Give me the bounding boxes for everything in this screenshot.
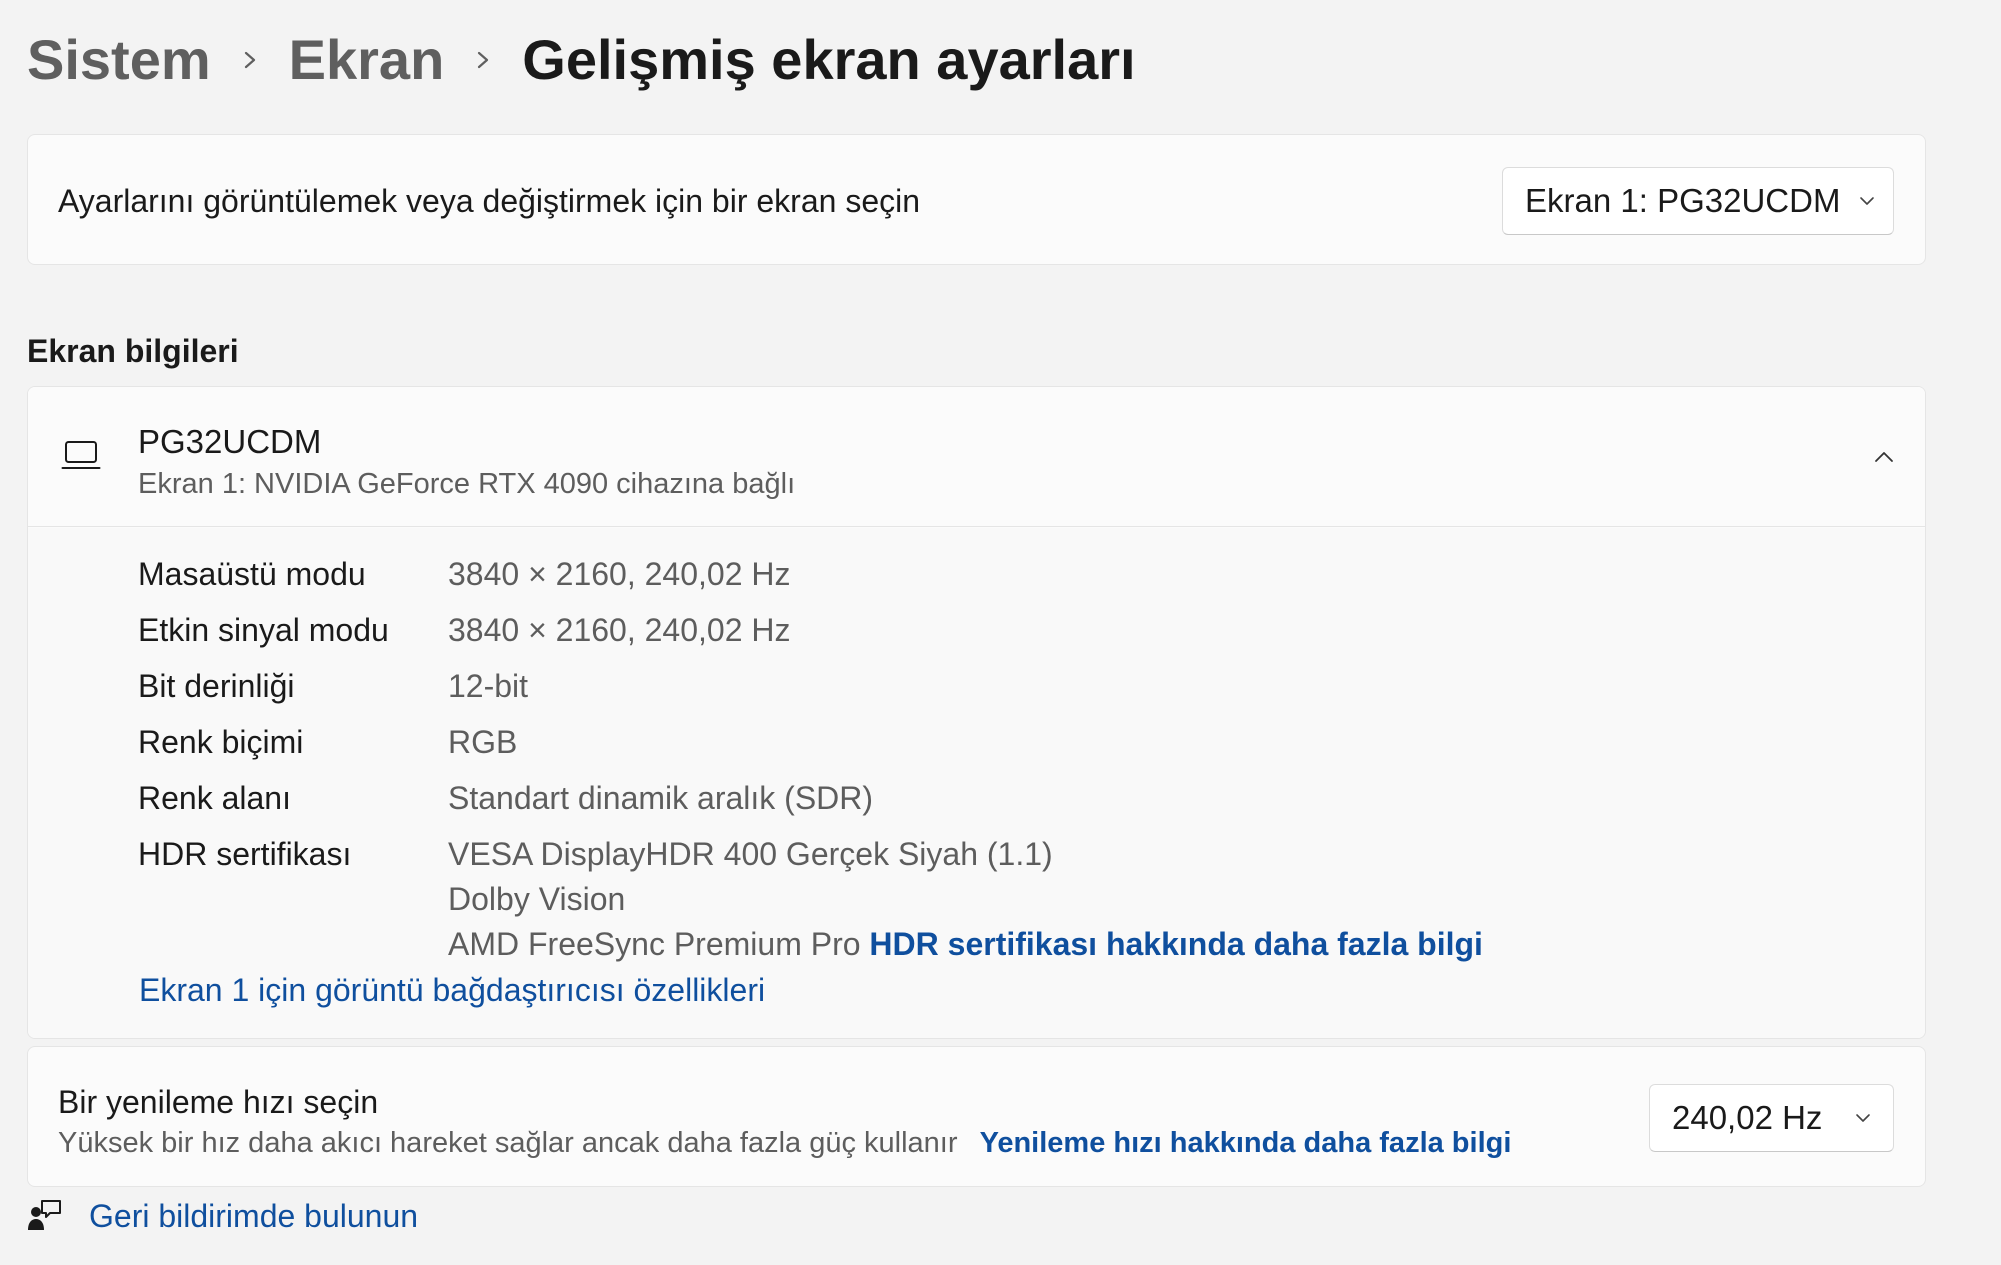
monitor-name: PG32UCDM [138,423,322,460]
display-info-body: Masaüstü modu 3840 × 2160, 240,02 Hz Etk… [28,528,1925,1038]
property-row: Renk alanı Standart dinamik aralık (SDR) [28,770,1925,826]
chevron-right-icon [444,22,522,98]
display-info-header[interactable]: PG32UCDM Ekran 1: NVIDIA GeForce RTX 409… [28,387,1925,527]
chevron-down-icon [1840,192,1893,210]
property-label: Renk biçimi [138,724,304,760]
breadcrumb: Sistem Ekran Gelişmiş ekran ayarları [27,22,1136,98]
display-select-card: Ayarlarını görüntülemek veya değiştirmek… [27,134,1926,265]
property-row: Renk biçimi RGB [28,714,1925,770]
property-value: Standart dinamik aralık (SDR) [448,780,874,816]
refresh-rate-title: Bir yenileme hızı seçin [58,1084,379,1120]
chevron-right-icon [211,22,289,98]
display-select-label: Ayarlarını görüntülemek veya değiştirmek… [58,183,921,219]
laptop-icon [61,441,101,469]
collapse-button[interactable] [1866,439,1902,475]
refresh-rate-value: 240,02 Hz [1672,1099,1823,1136]
feedback-link[interactable]: Geri bildirimde bulunun [27,1192,418,1240]
advanced-display-settings-page: Sistem Ekran Gelişmiş ekran ayarları Aya… [0,0,2001,1265]
adapter-properties-link[interactable]: Ekran 1 için görüntü bağdaştırıcısı özel… [139,966,765,1014]
property-label: Etkin sinyal modu [138,612,389,648]
hdr-certification-line: AMD FreeSync Premium Pro HDR sertifikası… [448,921,1483,967]
refresh-rate-card: Bir yenileme hızı seçin Yüksek bir hız d… [27,1046,1926,1187]
property-value: 12-bit [448,668,529,704]
hdr-info-link[interactable]: HDR sertifikası hakkında daha fazla bilg… [869,926,1483,962]
breadcrumb-item-sistem[interactable]: Sistem [27,22,211,98]
refresh-rate-info-link[interactable]: Yenileme hızı hakkında daha fazla bilgi [980,1127,1512,1159]
refresh-rate-subtitle-line: Yüksek bir hız daha akıcı hareket sağlar… [58,1123,1511,1163]
property-row: Masaüstü modu 3840 × 2160, 240,02 Hz [28,546,1925,602]
display-info-card: PG32UCDM Ekran 1: NVIDIA GeForce RTX 409… [27,386,1926,1039]
property-row: Bit derinliği 12-bit [28,658,1925,714]
property-label: Masaüstü modu [138,556,366,592]
property-value: 3840 × 2160, 240,02 Hz [448,556,791,592]
hdr-certification-value: VESA DisplayHDR 400 Gerçek Siyah (1.1) [448,836,1053,872]
property-value: RGB [448,724,518,760]
display-select-value: Ekran 1: PG32UCDM [1525,182,1841,219]
property-row: Etkin sinyal modu 3840 × 2160, 240,02 Hz [28,602,1925,658]
refresh-rate-subtitle: Yüksek bir hız daha akıcı hareket sağlar… [58,1127,958,1159]
hdr-certification-value: AMD FreeSync Premium Pro [448,926,861,962]
breadcrumb-item-ekran[interactable]: Ekran [289,22,445,98]
property-label: Renk alanı [138,780,291,816]
property-value: 3840 × 2160, 240,02 Hz [448,612,791,648]
hdr-certification-value: Dolby Vision [448,881,626,917]
monitor-subtitle: Ekran 1: NVIDIA GeForce RTX 4090 cihazın… [138,468,796,500]
chevron-up-icon [1875,452,1893,462]
display-select-dropdown[interactable]: Ekran 1: PG32UCDM [1502,167,1894,235]
page-title: Gelişmiş ekran ayarları [522,28,1136,91]
feedback-text: Geri bildirimde bulunun [89,1198,419,1234]
section-title-display-info: Ekran bilgileri [27,333,239,369]
refresh-rate-dropdown[interactable]: 240,02 Hz [1649,1084,1894,1152]
property-label: Bit derinliği [138,668,295,704]
feedback-icon [28,1200,61,1230]
chevron-down-icon [1833,1109,1893,1127]
property-label: HDR sertifikası [138,836,352,872]
